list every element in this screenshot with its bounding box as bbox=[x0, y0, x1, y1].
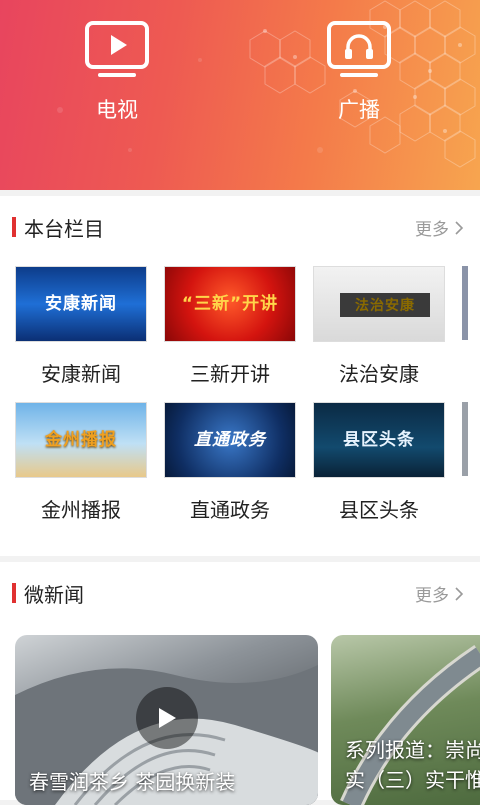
program-name: 安康新闻 bbox=[41, 362, 121, 386]
radio-button[interactable]: 广播 bbox=[309, 20, 409, 130]
news-caption: 春雪润茶乡 茶园换新装 bbox=[29, 770, 236, 794]
program-name: 金州播报 bbox=[41, 498, 121, 522]
radio-headphones-icon bbox=[327, 21, 391, 77]
chevron-right-icon bbox=[455, 586, 464, 601]
header-banner: 电视 广播 bbox=[0, 0, 480, 190]
program-sanxin[interactable]: “三新”开讲 三新开讲 bbox=[164, 266, 296, 387]
micro-news-more-link[interactable]: 更多 bbox=[415, 581, 464, 606]
program-name: 县区头条 bbox=[339, 498, 419, 522]
section-accent-bar bbox=[12, 217, 16, 237]
tv-button[interactable]: 电视 bbox=[67, 20, 167, 130]
radio-label: 广播 bbox=[338, 98, 380, 122]
programs-more-link[interactable]: 更多 bbox=[415, 215, 464, 240]
play-button[interactable] bbox=[136, 687, 198, 749]
program-name: 三新开讲 bbox=[190, 362, 270, 386]
thumbnail-text: 金州播报 bbox=[45, 430, 117, 450]
next-program-peek bbox=[462, 402, 468, 476]
program-county-headlines[interactable]: 县区头条 县区头条 bbox=[313, 402, 445, 523]
news-card-tea-village[interactable]: 春雪润茶乡 茶园换新装 bbox=[15, 635, 318, 805]
program-thumbnail: 直通政务 bbox=[164, 402, 296, 478]
programs-section-header: 本台栏目 更多 bbox=[0, 196, 480, 256]
program-thumbnail: “三新”开讲 bbox=[164, 266, 296, 342]
play-icon bbox=[159, 708, 176, 728]
next-program-peek bbox=[462, 266, 468, 340]
micro-news-title: 微新闻 bbox=[24, 583, 84, 607]
micro-news-header: 微新闻 更多 bbox=[0, 562, 480, 622]
more-label: 更多 bbox=[415, 220, 449, 240]
program-thumbnail: 县区头条 bbox=[313, 402, 445, 478]
programs-section: 本台栏目 更多 安康新闻 安康新闻 “三新”开讲 三新开讲 法治安康 法治安康 … bbox=[0, 196, 480, 556]
tv-label: 电视 bbox=[96, 98, 138, 122]
news-card-series-report[interactable]: 系列报道：崇尚实（三）实干惟 bbox=[331, 635, 480, 805]
program-government-affairs[interactable]: 直通政务 直通政务 bbox=[164, 402, 296, 523]
program-thumbnail: 安康新闻 bbox=[15, 266, 147, 342]
thumbnail-text: 直通政务 bbox=[194, 430, 266, 450]
thumbnail-text: 安康新闻 bbox=[45, 294, 117, 314]
program-thumbnail: 金州播报 bbox=[15, 402, 147, 478]
program-jinzhou-report[interactable]: 金州播报 金州播报 bbox=[15, 402, 147, 523]
thumbnail-text: “三新”开讲 bbox=[181, 294, 279, 314]
program-ankang-news[interactable]: 安康新闻 安康新闻 bbox=[15, 266, 147, 387]
tv-play-icon bbox=[85, 21, 149, 77]
program-thumbnail: 法治安康 bbox=[313, 266, 445, 342]
program-name: 法治安康 bbox=[339, 362, 419, 386]
program-name: 直通政务 bbox=[190, 498, 270, 522]
chevron-right-icon bbox=[455, 220, 464, 235]
thumbnail-text: 县区头条 bbox=[343, 430, 415, 450]
section-accent-bar bbox=[12, 583, 16, 603]
more-label: 更多 bbox=[415, 586, 449, 606]
thumbnail-text: 法治安康 bbox=[340, 293, 430, 317]
program-law-ankang[interactable]: 法治安康 法治安康 bbox=[313, 266, 445, 387]
programs-section-title: 本台栏目 bbox=[24, 217, 104, 241]
news-caption: 系列报道：崇尚实（三）实干惟 bbox=[345, 738, 480, 792]
